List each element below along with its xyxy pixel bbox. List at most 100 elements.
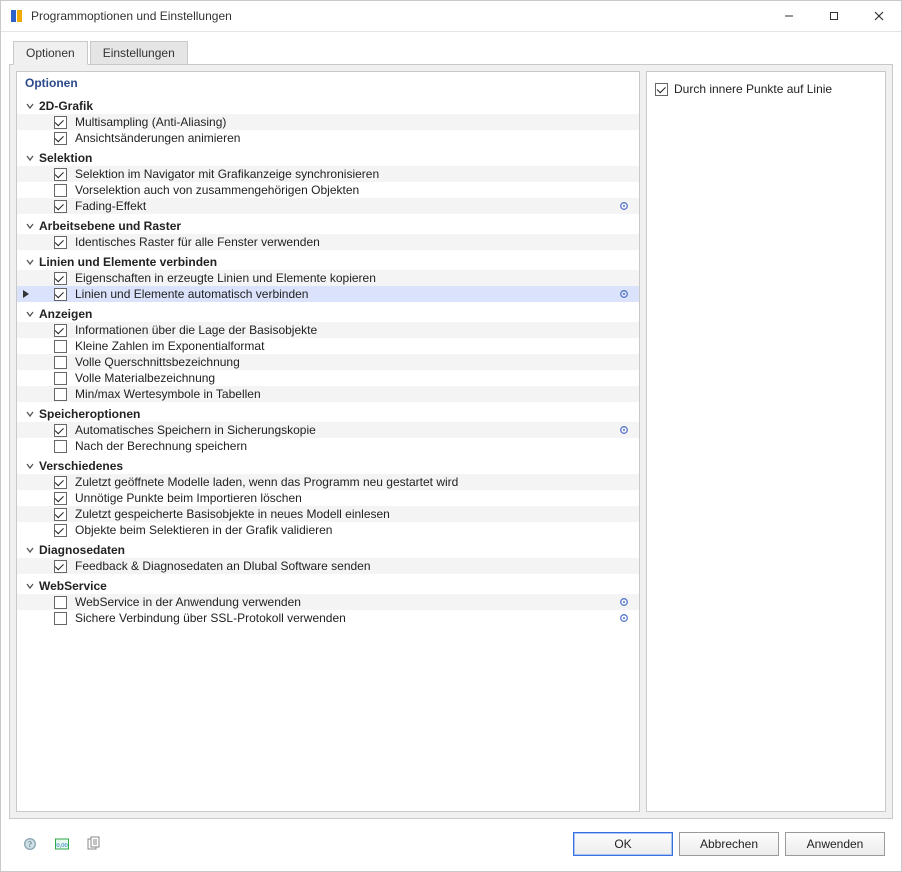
option-row-volle_qs[interactable]: Volle Querschnittsbezeichnung [17,354,639,370]
option-row-info_lage[interactable]: Informationen über die Lage der Basisobj… [17,322,639,338]
option-label: Ansichtsänderungen animieren [71,130,615,146]
option-group: AnzeigenInformationen über die Lage der … [17,306,639,402]
option-label: Volle Querschnittsbezeichnung [71,354,615,370]
option-checkbox[interactable] [54,440,67,453]
svg-text:0,00: 0,00 [56,842,67,849]
option-group-header[interactable]: Arbeitsebene und Raster [17,218,639,234]
gear-icon[interactable] [615,425,633,435]
option-group-title: Speicheroptionen [39,407,140,421]
option-checkbox[interactable] [54,132,67,145]
maximize-button[interactable] [811,1,856,31]
option-checkbox[interactable] [54,168,67,181]
option-row-sel_sync[interactable]: Selektion im Navigator mit Grafikanzeige… [17,166,639,182]
option-row-ws_ssl[interactable]: Sichere Verbindung über SSL-Protokoll ve… [17,610,639,626]
left-panel: Optionen 2D-GrafikMultisampling (Anti-Al… [16,71,640,812]
option-group: WebServiceWebService in der Anwendung ve… [17,578,639,626]
option-checkbox-cell [35,324,71,337]
option-row-kleine_exp[interactable]: Kleine Zahlen im Exponentialformat [17,338,639,354]
option-row-minmax_tab[interactable]: Min/max Wertesymbole in Tabellen [17,386,639,402]
option-group: DiagnosedatenFeedback & Diagnosedaten an… [17,542,639,574]
client-area: Optionen Einstellungen Optionen 2D-Grafi… [1,32,901,871]
option-group-header[interactable]: WebService [17,578,639,594]
option-row-eigenschaften_kopieren[interactable]: Eigenschaften in erzeugte Linien und Ele… [17,270,639,286]
option-group-header[interactable]: Anzeigen [17,306,639,322]
option-checkbox[interactable] [54,356,67,369]
option-row-validieren[interactable]: Objekte beim Selektieren in der Grafik v… [17,522,639,538]
option-group-header[interactable]: Selektion [17,150,639,166]
option-checkbox[interactable] [54,508,67,521]
chevron-down-icon [23,257,37,267]
option-group-title: 2D-Grafik [39,99,93,113]
minimize-button[interactable] [766,1,811,31]
option-checkbox[interactable] [54,236,67,249]
option-checkbox[interactable] [54,372,67,385]
units-button[interactable]: 0,00 [49,832,75,856]
option-checkbox[interactable] [54,272,67,285]
option-label: Kleine Zahlen im Exponentialformat [71,338,615,354]
option-checkbox[interactable] [54,288,67,301]
option-checkbox[interactable] [54,612,67,625]
option-checkbox-cell [35,272,71,285]
option-row-ws_verwenden[interactable]: WebService in der Anwendung verwenden [17,594,639,610]
gear-icon[interactable] [615,613,633,623]
svg-text:?: ? [28,840,32,849]
gear-icon[interactable] [615,289,633,299]
cancel-button[interactable]: Abbrechen [679,832,779,856]
option-row-volle_mat[interactable]: Volle Materialbezeichnung [17,370,639,386]
option-checkbox-cell [35,612,71,625]
option-row-zuletzt_basis[interactable]: Zuletzt gespeicherte Basisobjekte in neu… [17,506,639,522]
option-label: Eigenschaften in erzeugte Linien und Ele… [71,270,615,286]
option-checkbox[interactable] [54,560,67,573]
option-checkbox[interactable] [54,116,67,129]
help-button[interactable]: ? [17,832,43,856]
tab-einstellungen[interactable]: Einstellungen [90,41,188,64]
ok-button[interactable]: OK [573,832,673,856]
option-group-header[interactable]: Linien und Elemente verbinden [17,254,639,270]
option-checkbox[interactable] [54,476,67,489]
option-group-header[interactable]: Diagnosedaten [17,542,639,558]
option-row-unnoetige_pts[interactable]: Unnötige Punkte beim Importieren löschen [17,490,639,506]
option-row-multisampling[interactable]: Multisampling (Anti-Aliasing) [17,114,639,130]
through-inner-points-checkbox[interactable] [655,83,668,96]
option-checkbox-cell [35,184,71,197]
option-row-save_after_calc[interactable]: Nach der Berechnung speichern [17,438,639,454]
gear-icon[interactable] [615,201,633,211]
option-checkbox[interactable] [54,492,67,505]
option-checkbox-cell [35,596,71,609]
chevron-down-icon [23,461,37,471]
option-checkbox[interactable] [54,388,67,401]
option-checkbox[interactable] [54,424,67,437]
option-checkbox[interactable] [54,596,67,609]
option-row-raster_alle[interactable]: Identisches Raster für alle Fenster verw… [17,234,639,250]
option-row-feedback_senden[interactable]: Feedback & Diagnosedaten an Dlubal Softw… [17,558,639,574]
option-checkbox[interactable] [54,184,67,197]
option-checkbox-cell [35,340,71,353]
workspace: Optionen 2D-GrafikMultisampling (Anti-Al… [9,64,893,819]
option-row-vorsel[interactable]: Vorselektion auch von zusammengehörigen … [17,182,639,198]
option-row-autosave_bak[interactable]: Automatisches Speichern in Sicherungskop… [17,422,639,438]
gear-icon[interactable] [615,597,633,607]
option-group: SelektionSelektion im Navigator mit Graf… [17,150,639,214]
option-checkbox[interactable] [54,324,67,337]
apply-button[interactable]: Anwenden [785,832,885,856]
chevron-down-icon [23,309,37,319]
option-checkbox[interactable] [54,200,67,213]
option-row-ansicht_anim[interactable]: Ansichtsänderungen animieren [17,130,639,146]
caption-buttons [766,1,901,31]
option-group: Arbeitsebene und RasterIdentisches Raste… [17,218,639,250]
option-row-zuletzt_laden[interactable]: Zuletzt geöffnete Modelle laden, wenn da… [17,474,639,490]
option-checkbox-cell [35,132,71,145]
close-button[interactable] [856,1,901,31]
option-row-fading[interactable]: Fading-Effekt [17,198,639,214]
option-checkbox[interactable] [54,340,67,353]
option-group-header[interactable]: Speicheroptionen [17,406,639,422]
right-panel: Durch innere Punkte auf Linie [646,71,886,812]
option-group-header[interactable]: 2D-Grafik [17,98,639,114]
options-tree[interactable]: 2D-GrafikMultisampling (Anti-Aliasing)An… [17,94,639,811]
option-checkbox-cell [35,508,71,521]
option-row-linien_auto_verbinden[interactable]: Linien und Elemente automatisch verbinde… [17,286,639,302]
copy-settings-button[interactable] [81,832,107,856]
option-checkbox[interactable] [54,524,67,537]
tab-optionen[interactable]: Optionen [13,41,88,65]
option-group-header[interactable]: Verschiedenes [17,458,639,474]
